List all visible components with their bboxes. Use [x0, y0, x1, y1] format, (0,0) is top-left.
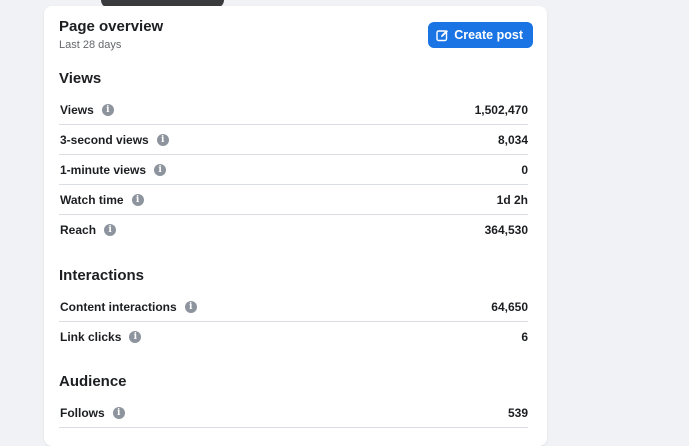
section-title-audience: Audience	[59, 373, 127, 390]
metric-value: 1d 2h	[496, 192, 528, 207]
metric-row-1-minute-views: 1-minute views i 0	[59, 155, 528, 185]
metric-label: Reach	[60, 223, 97, 237]
metric-label: Views	[60, 102, 94, 117]
metric-label: Watch time	[60, 192, 124, 207]
metric-value: 0	[521, 162, 528, 177]
edit-icon	[436, 29, 449, 42]
interactions-section: Interactions Content interactions i 64,6…	[59, 267, 528, 352]
info-icon[interactable]: i	[156, 133, 169, 146]
metric-value: 539	[507, 405, 528, 420]
metric-row-reach: Reach i 364,530	[59, 215, 528, 245]
metric-label: 3-second views	[60, 132, 149, 147]
section-title-interactions: Interactions	[59, 267, 145, 284]
info-icon[interactable]: i	[184, 300, 197, 313]
metric-label: Follows	[60, 405, 105, 420]
audience-section: Audience Follows i 539	[59, 373, 528, 428]
views-section: Views Views i 1,502,470 3-second views i…	[59, 70, 528, 245]
metric-value: 6	[521, 330, 528, 344]
page-overview-card: Page overview Last 28 days Create post V…	[44, 6, 547, 446]
metric-label: Content interactions	[60, 299, 177, 314]
metric-value: 364,530	[484, 223, 528, 237]
metric-value: 64,650	[491, 299, 528, 314]
metric-label: Link clicks	[60, 330, 122, 344]
info-icon[interactable]: i	[131, 193, 144, 206]
info-icon[interactable]: i	[101, 103, 114, 116]
create-post-button[interactable]: Create post	[428, 22, 533, 48]
info-icon[interactable]: i	[129, 331, 142, 343]
metric-row-3-second-views: 3-second views i 8,034	[59, 125, 528, 155]
metric-row-link-clicks: Link clicks i 6	[59, 322, 528, 352]
metric-value: 1,502,470	[474, 102, 528, 117]
metric-row-views: Views i 1,502,470	[59, 95, 528, 125]
metric-label: 1-minute views	[60, 162, 147, 177]
info-icon[interactable]: i	[112, 406, 125, 419]
metric-value: 8,034	[497, 132, 528, 147]
create-post-label: Create post	[454, 28, 523, 42]
metric-row-content-interactions: Content interactions i 64,650	[59, 292, 528, 322]
info-icon[interactable]: i	[104, 224, 117, 236]
info-icon[interactable]: i	[154, 163, 167, 176]
metric-row-watch-time: Watch time i 1d 2h	[59, 185, 528, 215]
card-header: Page overview Last 28 days Create post	[59, 18, 533, 58]
section-title-views: Views	[59, 70, 102, 87]
